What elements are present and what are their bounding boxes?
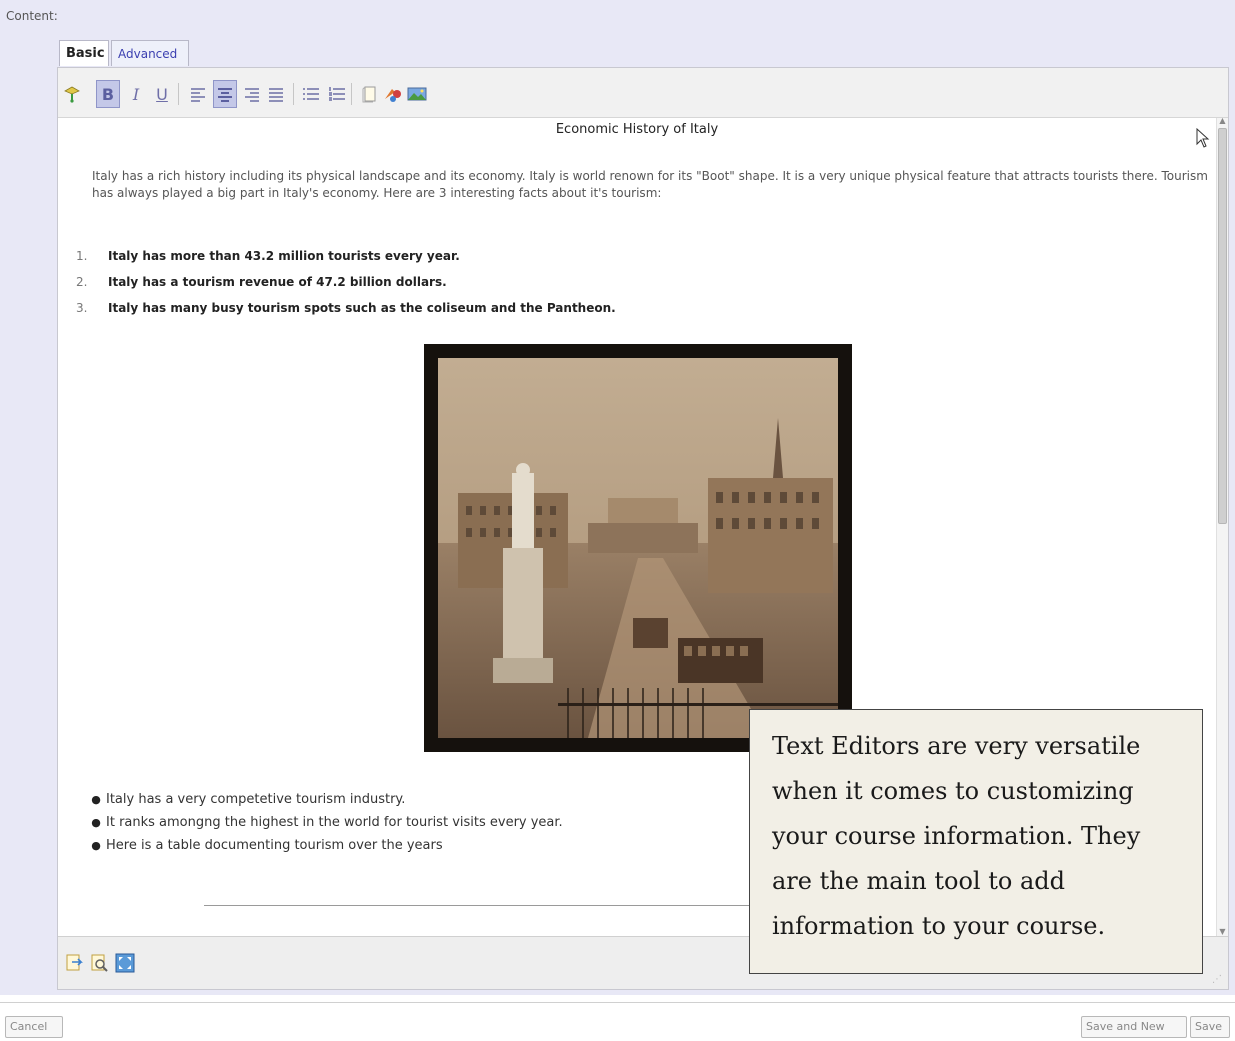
- numbered-list-icon[interactable]: [325, 80, 349, 108]
- list-item-text: Italy has more than 43.2 million tourist…: [108, 249, 460, 263]
- fullscreen-icon[interactable]: [115, 953, 135, 973]
- list-number: 3.: [76, 301, 88, 315]
- list-number: 2.: [76, 275, 88, 289]
- intro-paragraph: Italy has a rich history including its p…: [92, 169, 1208, 200]
- bullet-dot: ●: [91, 839, 101, 852]
- preview-icon[interactable]: [64, 953, 84, 973]
- bold-button[interactable]: B: [96, 80, 120, 108]
- list-item: 1. Italy has more than 43.2 million touri…: [76, 246, 616, 272]
- list-item-text: Italy has many busy tourism spots such a…: [108, 301, 616, 315]
- italic-button[interactable]: I: [124, 80, 148, 108]
- list-item: 3. Italy has many busy tourism spots such…: [76, 298, 616, 324]
- find-icon[interactable]: [89, 953, 109, 973]
- vertical-scrollbar[interactable]: ▲ ▼: [1216, 116, 1228, 936]
- facts-numbered-list: 1. Italy has more than 43.2 million touri…: [76, 246, 616, 324]
- list-item-text: Italy has a tourism revenue of 47.2 bill…: [108, 275, 447, 289]
- underline-button[interactable]: U: [150, 80, 174, 108]
- bullet-dot: ●: [91, 816, 101, 829]
- toolbar-separator: [178, 83, 179, 105]
- resize-grip-icon[interactable]: ⋰: [1212, 974, 1222, 985]
- save-button[interactable]: Save: [1190, 1016, 1230, 1038]
- align-center-icon[interactable]: [213, 80, 237, 108]
- insert-link-icon[interactable]: [381, 80, 405, 108]
- align-right-icon[interactable]: [240, 80, 264, 108]
- scroll-up-arrow-icon[interactable]: ▲: [1217, 116, 1228, 125]
- list-item: ● Italy has a very competetive tourism in…: [86, 788, 563, 811]
- toolbar-separator: [351, 83, 352, 105]
- list-item: 2. Italy has a tourism revenue of 47.2 bi…: [76, 272, 616, 298]
- tutorial-callout: Text Editors are very versatile when it …: [749, 709, 1203, 974]
- tab-advanced[interactable]: Advanced: [111, 40, 189, 66]
- bulleted-list-icon[interactable]: [299, 80, 323, 108]
- bulleted-list: ● Italy has a very competetive tourism in…: [86, 788, 563, 857]
- list-item: ● Here is a table documenting tourism ove…: [86, 834, 563, 857]
- bullet-dot: ●: [91, 793, 101, 806]
- scroll-thumb[interactable]: [1218, 128, 1227, 524]
- tab-basic[interactable]: Basic: [59, 40, 109, 66]
- save-and-new-button[interactable]: Save and New: [1081, 1016, 1187, 1038]
- content-label: Content:: [6, 9, 58, 23]
- list-number: 1.: [76, 249, 88, 263]
- justify-icon[interactable]: [264, 80, 288, 108]
- insert-image-icon[interactable]: [405, 80, 429, 108]
- toolbar-separator: [293, 83, 294, 105]
- embedded-photo[interactable]: [424, 344, 852, 752]
- list-item-text: Italy has a very competetive tourism ind…: [106, 792, 406, 807]
- list-item-text: It ranks amongng the highest in the worl…: [106, 815, 563, 830]
- document-title: Economic History of Italy: [555, 122, 719, 137]
- cancel-button[interactable]: Cancel: [5, 1016, 63, 1038]
- scroll-down-arrow-icon[interactable]: ▼: [1217, 927, 1228, 936]
- paint-icon[interactable]: [60, 80, 84, 108]
- editor-toolbar: B I U: [58, 68, 1228, 118]
- insert-file-icon[interactable]: [358, 80, 382, 108]
- align-left-icon[interactable]: [186, 80, 210, 108]
- mouse-cursor-icon: [1196, 127, 1210, 148]
- horizontal-rule: [204, 905, 764, 906]
- footer-divider: [0, 1002, 1235, 1003]
- list-item-text: Here is a table documenting tourism over…: [106, 838, 443, 853]
- list-item: ● It ranks amongng the highest in the wor…: [86, 811, 563, 834]
